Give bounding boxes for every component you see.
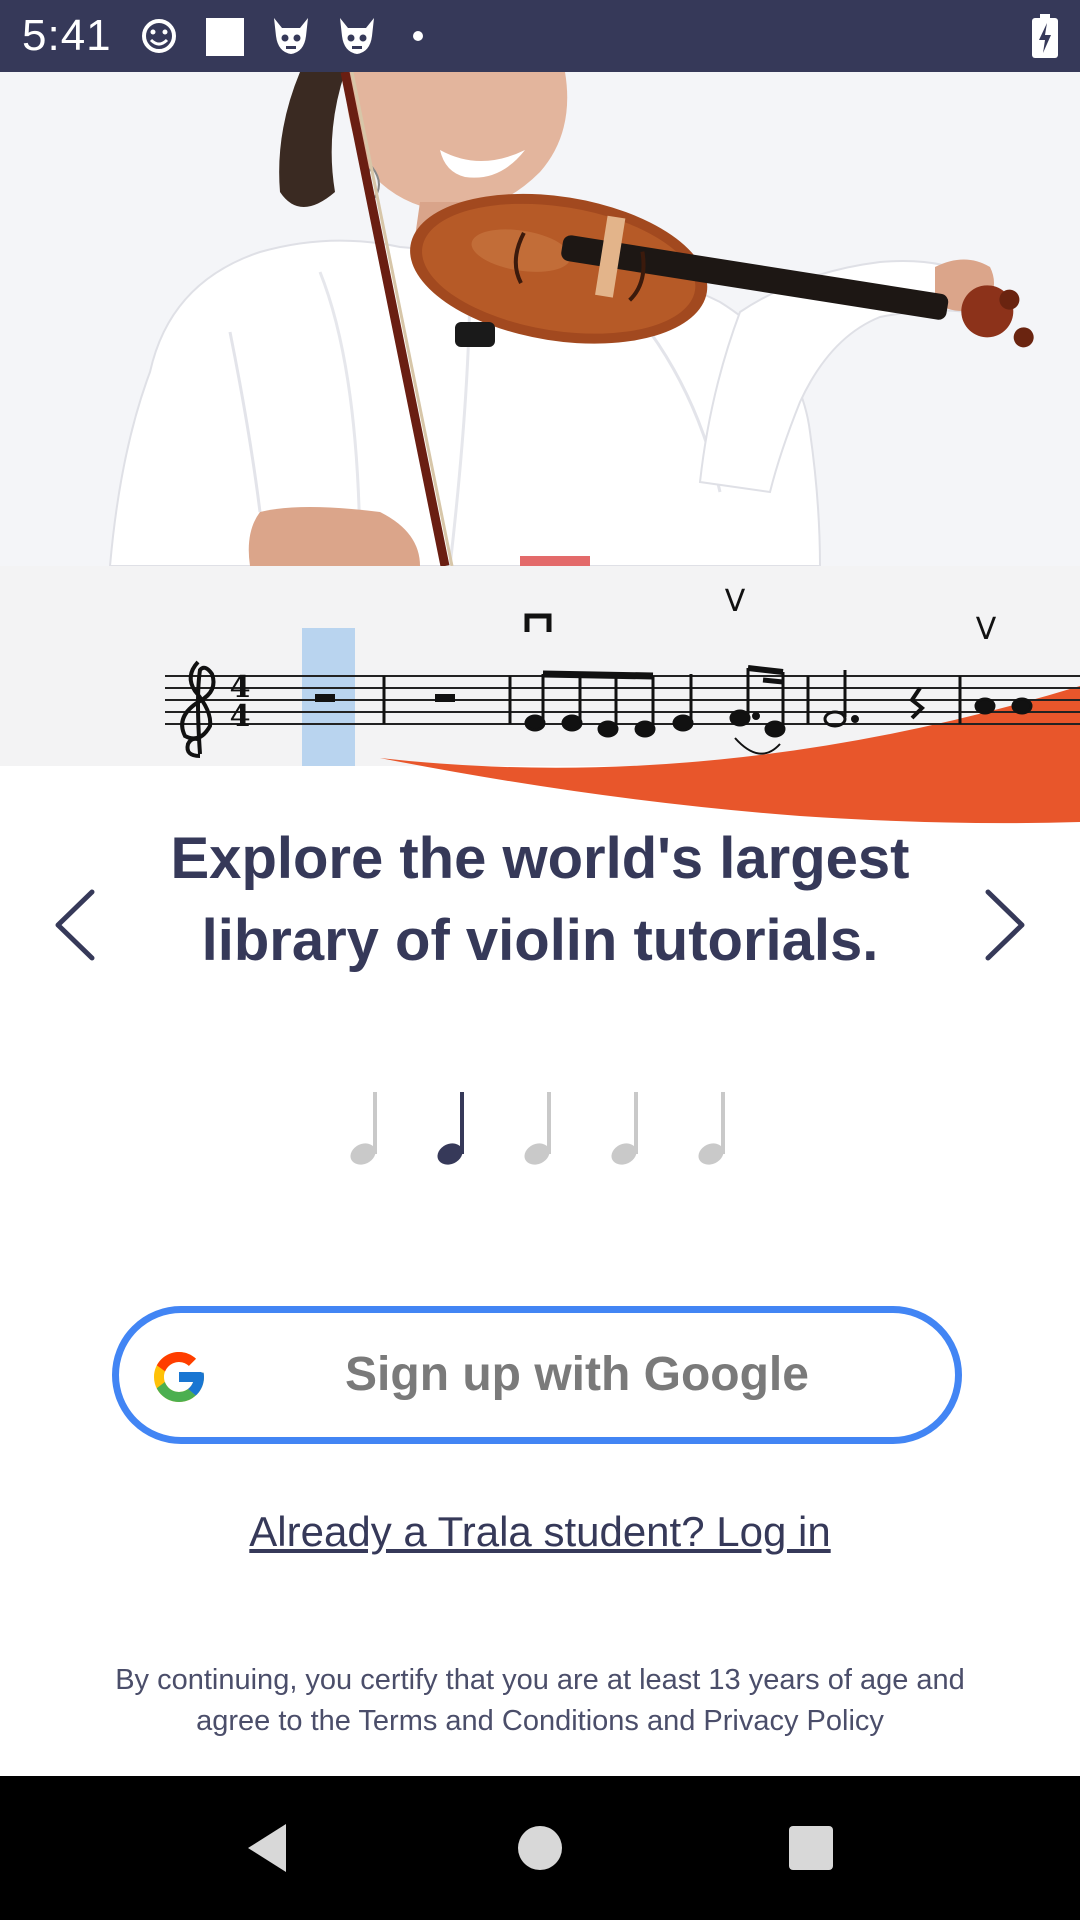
emoji-icon (142, 19, 176, 53)
google-logo-icon (154, 1352, 204, 1402)
page-indicator-item[interactable] (606, 1090, 656, 1170)
previous-slide-button[interactable] (30, 880, 120, 970)
legal-disclaimer: By continuing, you certify that you are … (115, 1664, 965, 1737)
page-indicator-item[interactable] (693, 1090, 743, 1170)
violinist-photo (0, 72, 1080, 566)
page-indicator-active[interactable] (432, 1090, 482, 1170)
back-icon[interactable] (242, 1818, 290, 1878)
google-signup-label: Sign up with Google (345, 1348, 809, 1401)
home-icon[interactable] (516, 1818, 564, 1878)
time-signature-bottom: 4 (230, 699, 251, 734)
chevron-left-icon (55, 889, 95, 961)
chevron-right-icon (985, 889, 1025, 961)
page-indicator-item[interactable] (345, 1090, 395, 1170)
google-signup-button[interactable]: Sign up with Google (112, 1306, 962, 1444)
battery-charging-icon (1032, 14, 1058, 58)
sheet-music-strip: 4 4 V V (0, 566, 1080, 826)
status-time: 5:41 (22, 11, 112, 60)
game-icon (274, 18, 308, 54)
dot-icon (413, 31, 423, 41)
system-nav-bar (0, 1776, 1080, 1920)
recents-icon[interactable] (787, 1818, 835, 1878)
status-bar: 5:41 (0, 0, 1080, 72)
svg-text:V: V (976, 612, 997, 647)
square-icon (206, 18, 244, 56)
next-slide-button[interactable] (960, 880, 1050, 970)
game-icon (340, 18, 374, 54)
page-indicator (340, 1090, 740, 1170)
svg-text:V: V (725, 584, 746, 619)
music-score-graphic: 4 4 V V (0, 566, 1080, 824)
page-indicator-item[interactable] (519, 1090, 569, 1170)
carousel-headline: Explore the world's largest library of v… (170, 826, 910, 973)
login-link[interactable]: Already a Trala student? Log in (0, 1508, 1080, 1556)
hero-image (0, 72, 1080, 566)
